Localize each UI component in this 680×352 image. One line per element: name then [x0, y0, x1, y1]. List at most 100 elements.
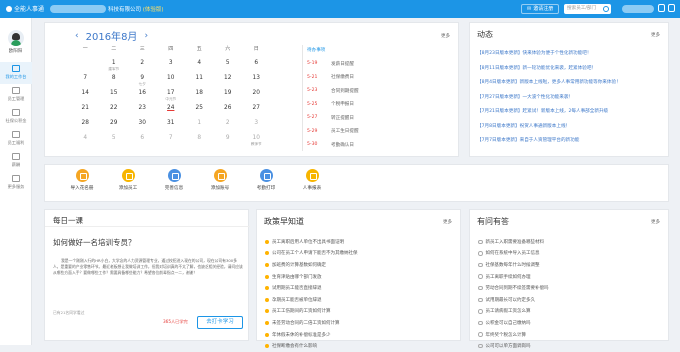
- news-item[interactable]: 【7月8日版本更新】祝贺人事通新版本上线！: [477, 123, 663, 138]
- calendar-day[interactable]: 23: [128, 105, 157, 120]
- calendar-day[interactable]: 13: [242, 75, 271, 90]
- policy-item[interactable]: 试用期员工能否直接辞退: [265, 282, 455, 294]
- todo-item[interactable]: 5-29 员工生日提醒: [307, 125, 392, 139]
- calendar-day[interactable]: 3: [157, 60, 186, 75]
- sidebar-item[interactable]: 员工福利: [0, 128, 32, 150]
- policy-item[interactable]: 生育津贴由哪个部门发放: [265, 271, 455, 283]
- faq-item[interactable]: 劳动合同到期不续签需要补偿吗: [478, 282, 668, 294]
- calendar-day[interactable]: 8: [185, 135, 214, 150]
- quick-action-3[interactable]: 添加账号: [197, 165, 243, 201]
- calendar-day[interactable]: 1: [185, 120, 214, 135]
- faq-item[interactable]: 年终奖个税怎么计算: [478, 329, 668, 341]
- news-more-link[interactable]: 更多: [651, 32, 660, 38]
- calendar-day[interactable]: 31: [157, 120, 186, 135]
- calendar-day[interactable]: 2: [128, 60, 157, 75]
- calendar-day[interactable]: 8: [100, 75, 129, 90]
- calendar-day[interactable]: 26: [214, 105, 243, 120]
- news-item[interactable]: 【7月21日版本更新】赶紧试！新版本上线，2每人事部全新升级: [477, 108, 663, 123]
- calendar-day[interactable]: 7: [71, 75, 100, 90]
- user-name-redacted[interactable]: [622, 5, 654, 13]
- calendar-day[interactable]: 7: [157, 135, 186, 150]
- policy-item[interactable]: 员工离职后用人单位不出具书面证明: [265, 236, 455, 248]
- faq-item[interactable]: 社保基数每年什么时候调整: [478, 259, 668, 271]
- calendar-day[interactable]: 21: [71, 105, 100, 120]
- policy-item[interactable]: 孕期员工能否被单位辞退: [265, 294, 455, 306]
- calendar-day[interactable]: 27: [242, 105, 271, 120]
- invite-button[interactable]: ✉ 邀请注册: [521, 4, 560, 14]
- calendar-day[interactable]: 18: [185, 90, 214, 105]
- logout-icon[interactable]: [668, 4, 675, 12]
- faq-more-link[interactable]: 更多: [651, 219, 660, 225]
- sidebar-item[interactable]: 更多服务: [0, 172, 32, 194]
- calendar-day[interactable]: 5: [100, 135, 129, 150]
- quick-action-5[interactable]: 人事报表: [289, 165, 335, 201]
- calendar-day[interactable]: 15: [100, 90, 129, 105]
- calendar-day[interactable]: 9: [214, 135, 243, 150]
- faq-item[interactable]: 公司可以单方面调岗吗: [478, 340, 668, 352]
- calendar-day[interactable]: 24: [157, 105, 186, 120]
- sidebar-item[interactable]: 薪酬: [0, 150, 32, 172]
- calendar-day[interactable]: 17 中元节: [157, 90, 186, 105]
- calendar-day[interactable]: 9 七夕: [128, 75, 157, 90]
- search-input[interactable]: 搜索员工/部门: [564, 4, 611, 14]
- policy-item[interactable]: 员工工伤期间的工资如何计算: [265, 306, 455, 318]
- faq-item[interactable]: 如何在系统中导入员工信息: [478, 248, 668, 260]
- calendar-day[interactable]: 28: [71, 120, 100, 135]
- calendar-day[interactable]: 11: [185, 75, 214, 90]
- calendar-day[interactable]: 20: [242, 90, 271, 105]
- quick-action-0[interactable]: 导入花名册: [59, 165, 105, 201]
- policy-item[interactable]: 公司在员工个人申请下能否不为其缴纳社保: [265, 248, 455, 260]
- calendar-day[interactable]: 5: [214, 60, 243, 75]
- todo-item[interactable]: 5-30 考勤确认日: [307, 138, 392, 152]
- policy-more-link[interactable]: 更多: [443, 219, 452, 225]
- faq-item[interactable]: 员工请病假工资怎么算: [478, 306, 668, 318]
- calendar-day[interactable]: 10 教师节: [242, 135, 271, 150]
- faq-item[interactable]: 试用期最长可以约定多久: [478, 294, 668, 306]
- search-icon[interactable]: [603, 6, 609, 12]
- calendar-day[interactable]: 6: [242, 60, 271, 75]
- todo-item[interactable]: 5-19 发薪日提醒: [307, 57, 392, 71]
- sidebar-item[interactable]: 员工管理: [0, 84, 32, 106]
- calendar-day[interactable]: 2: [214, 120, 243, 135]
- calendar-day[interactable]: 1 建军节: [100, 60, 129, 75]
- sidebar-item[interactable]: 社保公积金: [0, 106, 32, 128]
- calendar-day[interactable]: 3: [242, 120, 271, 135]
- policy-item[interactable]: 未签劳动合同的二倍工资如何计算: [265, 317, 455, 329]
- calendar-day[interactable]: 25: [185, 105, 214, 120]
- sidebar-item[interactable]: 我的工作台: [0, 62, 32, 84]
- daily-learned-link[interactable]: 365人已学完: [163, 319, 188, 325]
- faq-item[interactable]: 员工离职手续如何办理: [478, 271, 668, 283]
- quick-action-4[interactable]: 考勤打印: [243, 165, 289, 201]
- calendar-day[interactable]: 22: [100, 105, 129, 120]
- news-item[interactable]: 【7月7日版本更新】来自于人资管理平台的新功能: [477, 137, 663, 152]
- calendar-day[interactable]: 14: [71, 90, 100, 105]
- quick-action-1[interactable]: 添加员工: [105, 165, 151, 201]
- todo-item[interactable]: 5-27 转正提醒日: [307, 111, 392, 125]
- next-month-icon[interactable]: ›: [144, 31, 148, 41]
- faq-item[interactable]: 公积金可以自己缴纳吗: [478, 317, 668, 329]
- calendar-day[interactable]: 19: [214, 90, 243, 105]
- todo-item[interactable]: 5-21 社保缴费日: [307, 71, 392, 85]
- policy-item[interactable]: 加班费的计算基数如何确定: [265, 259, 455, 271]
- calendar-day[interactable]: 29: [100, 120, 129, 135]
- study-button[interactable]: 去打卡学习: [197, 316, 243, 329]
- app-logo[interactable]: 全能人事通: [6, 4, 44, 13]
- daily-question[interactable]: 如何做好一名培训专员？: [53, 237, 136, 248]
- avatar[interactable]: [7, 30, 24, 46]
- news-item[interactable]: 【8月23日版本更新】快来体验为便于个性化新功能吧！: [477, 50, 663, 65]
- news-item[interactable]: 【7月27日版本更新】一大波个性化功能来袭！: [477, 94, 663, 109]
- news-item[interactable]: 【8月11日版本更新】新一轮功能优化来袭，赶紧体验吧！: [477, 65, 663, 80]
- calendar-day[interactable]: 4: [185, 60, 214, 75]
- calendar-day[interactable]: 30: [128, 120, 157, 135]
- quick-action-2[interactable]: 完善信息: [151, 165, 197, 201]
- calendar-day[interactable]: 10: [157, 75, 186, 90]
- todo-item[interactable]: 5-23 合同到期提醒: [307, 84, 392, 98]
- todo-item[interactable]: 5-25 个税申报日: [307, 98, 392, 112]
- policy-item[interactable]: 年休假未休的补偿标准是多少: [265, 329, 455, 341]
- policy-item[interactable]: 社保断缴会有什么影响: [265, 340, 455, 352]
- calendar-more-link[interactable]: 更多: [441, 33, 450, 39]
- calendar-day[interactable]: 6: [128, 135, 157, 150]
- news-item[interactable]: 【8月4日版本更新】新版本上线啦，更多人事常用新功能等你来体验！: [477, 79, 663, 94]
- faq-item[interactable]: 新员工入职需要准备哪些材料: [478, 236, 668, 248]
- calendar-day[interactable]: 12: [214, 75, 243, 90]
